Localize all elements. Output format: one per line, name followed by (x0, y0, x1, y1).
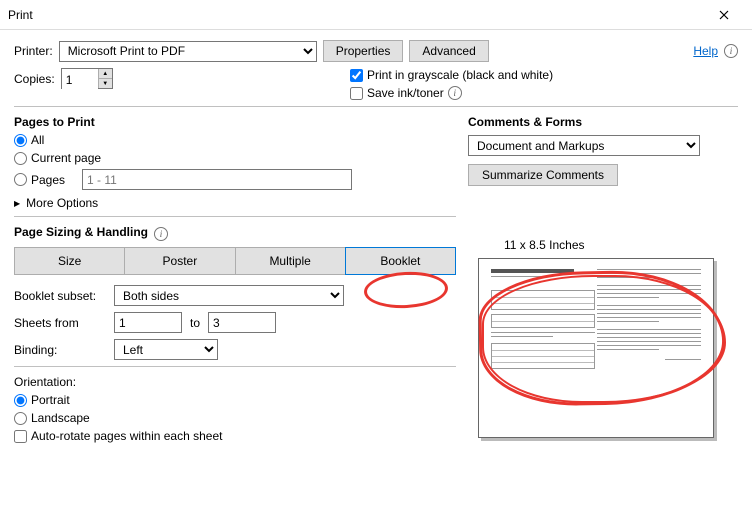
booklet-subset-select[interactable]: Both sides (114, 285, 344, 306)
chevron-right-icon: ▶ (14, 199, 22, 208)
copies-spinbox[interactable]: ▲ ▼ (61, 68, 113, 89)
auto-rotate-checkbox[interactable]: Auto-rotate pages within each sheet (14, 429, 456, 443)
divider (14, 106, 738, 107)
booklet-subset-label: Booklet subset: (14, 289, 106, 303)
save-ink-info-icon[interactable]: i (448, 86, 462, 100)
orientation-title: Orientation: (14, 375, 456, 389)
binding-label: Binding: (14, 343, 106, 357)
orientation-portrait-radio[interactable]: Portrait (14, 393, 456, 407)
help-info-icon[interactable]: i (724, 44, 738, 58)
preview-page-right (597, 269, 701, 427)
preview-dimensions: 11 x 8.5 Inches (504, 238, 585, 252)
spin-up-icon[interactable]: ▲ (99, 69, 112, 79)
divider (14, 366, 456, 367)
window-title: Print (8, 8, 33, 22)
sizing-info-icon[interactable]: i (154, 227, 168, 241)
sheets-to-input[interactable] (208, 312, 276, 333)
title-bar: Print (0, 0, 752, 30)
pages-current-radio[interactable]: Current page (14, 151, 456, 165)
print-preview: 11 x 8.5 Inches (468, 256, 728, 456)
more-options-toggle[interactable]: ▶ More Options (14, 196, 456, 210)
sheets-to-label: to (190, 316, 200, 330)
save-ink-checkbox[interactable]: Save ink/toner i (350, 86, 553, 100)
orientation-landscape-radio[interactable]: Landscape (14, 411, 456, 425)
comments-forms-group: Comments & Forms Document and Markups Su… (468, 115, 738, 186)
pages-range-input (82, 169, 352, 190)
tab-size[interactable]: Size (14, 247, 124, 275)
copies-input[interactable] (62, 69, 98, 90)
spin-down-icon[interactable]: ▼ (99, 79, 112, 88)
tab-multiple[interactable]: Multiple (235, 247, 345, 275)
tab-poster[interactable]: Poster (124, 247, 234, 275)
close-button[interactable] (704, 1, 744, 29)
sizing-tab-bar: Size Poster Multiple Booklet (14, 247, 456, 275)
preview-paper (478, 258, 714, 438)
pages-all-radio[interactable]: All (14, 133, 456, 147)
pages-title: Pages to Print (14, 115, 456, 129)
comments-title: Comments & Forms (468, 115, 738, 129)
orientation-group: Orientation: Portrait Landscape Auto-rot… (14, 375, 456, 443)
sheets-from-input[interactable] (114, 312, 182, 333)
binding-select[interactable]: Left (114, 339, 218, 360)
printer-select[interactable]: Microsoft Print to PDF (59, 41, 317, 62)
page-sizing-group: Page Sizing & Handling i Size Poster Mul… (14, 225, 456, 360)
pages-to-print-group: Pages to Print All Current page Pages (14, 115, 456, 210)
sizing-title: Page Sizing & Handling (14, 225, 148, 239)
advanced-button[interactable]: Advanced (409, 40, 488, 62)
divider (14, 216, 456, 217)
sheets-from-label: Sheets from (14, 316, 106, 330)
help-link[interactable]: Help (693, 44, 718, 58)
comments-select[interactable]: Document and Markups (468, 135, 700, 156)
copies-label: Copies: (14, 72, 55, 86)
pages-range-radio[interactable]: Pages (14, 173, 76, 187)
tab-booklet[interactable]: Booklet (345, 247, 456, 275)
close-icon (719, 10, 729, 20)
summarize-comments-button[interactable]: Summarize Comments (468, 164, 618, 186)
properties-button[interactable]: Properties (323, 40, 404, 62)
preview-page-left (491, 269, 595, 427)
printer-label: Printer: (14, 44, 53, 58)
grayscale-checkbox[interactable]: Print in grayscale (black and white) (350, 68, 553, 82)
